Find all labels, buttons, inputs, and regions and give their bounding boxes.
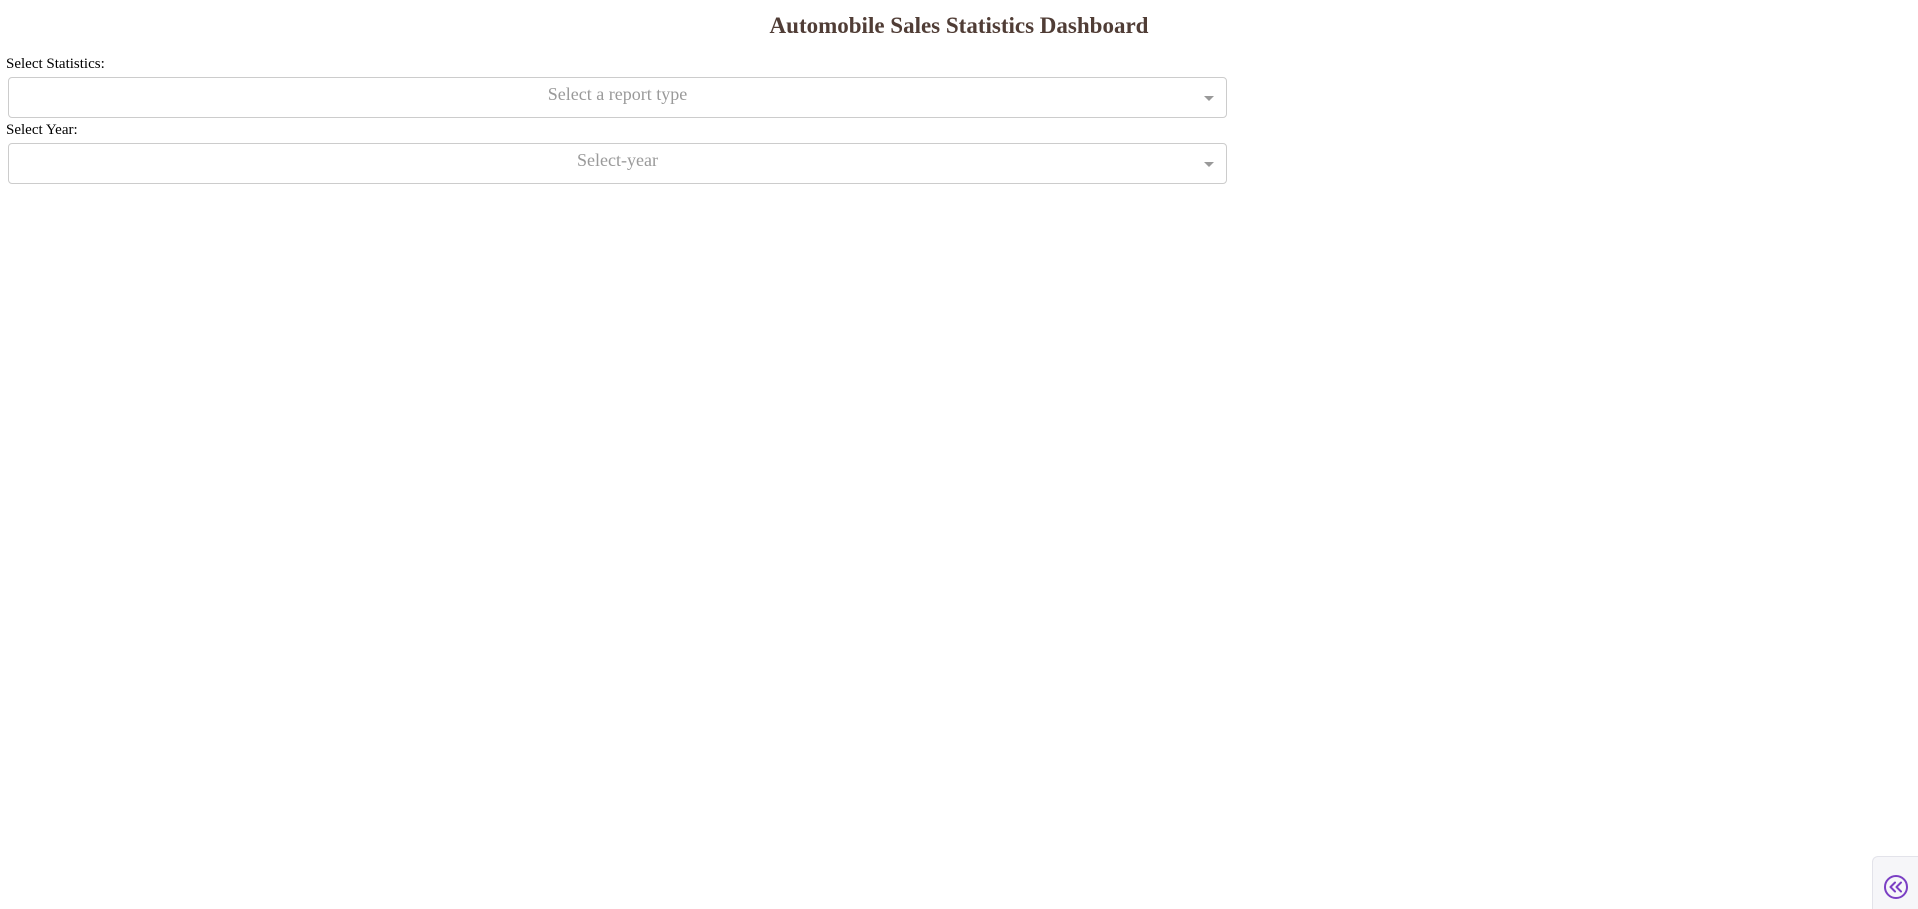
year-placeholder: Select-year (577, 150, 658, 170)
chevron-down-icon[interactable] (1204, 162, 1214, 167)
debug-menu-toggle-button[interactable] (1872, 856, 1918, 909)
statistics-dropdown[interactable]: Select a report type (8, 77, 1227, 118)
statistics-placeholder: Select a report type (547, 84, 688, 104)
year-dropdown[interactable]: Select-year (8, 143, 1227, 184)
statistics-label: Select Statistics: (6, 56, 105, 72)
year-label: Select Year: (6, 122, 78, 138)
double-chevron-left-icon (1884, 875, 1908, 899)
chevron-down-icon[interactable] (1204, 96, 1214, 101)
page-title: Automobile Sales Statistics Dashboard (769, 13, 1149, 38)
